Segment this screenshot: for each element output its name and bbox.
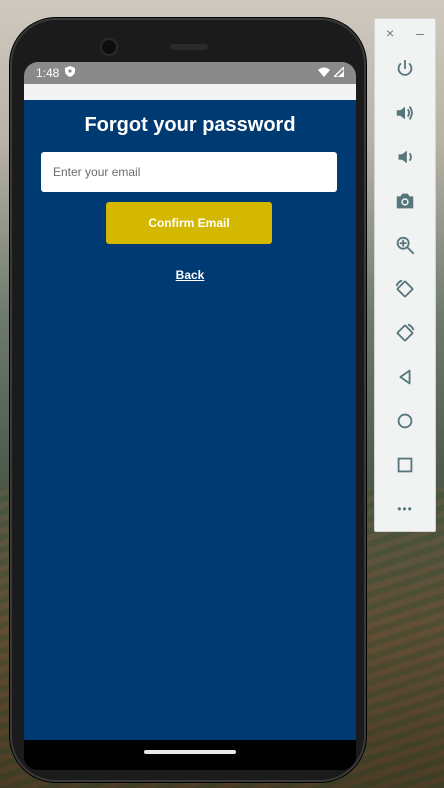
camera-icon[interactable] xyxy=(375,179,435,223)
back-icon[interactable] xyxy=(375,355,435,399)
page-title: Forgot your password xyxy=(84,114,296,136)
more-icon[interactable]: ••• xyxy=(375,487,435,531)
toolbar-window-controls: × – xyxy=(375,19,435,47)
volume-down-icon[interactable] xyxy=(375,135,435,179)
system-nav-bar xyxy=(24,740,356,770)
power-icon[interactable] xyxy=(375,47,435,91)
home-icon[interactable] xyxy=(375,399,435,443)
front-camera xyxy=(102,40,116,54)
shield-icon xyxy=(65,66,76,80)
emulator-toolbar: × – ••• xyxy=(374,18,436,532)
back-link[interactable]: Back xyxy=(24,268,356,282)
zoom-icon[interactable] xyxy=(375,223,435,267)
minimize-icon[interactable]: – xyxy=(416,25,424,41)
forgot-password-screen: Forgot your password Confirm Email Back xyxy=(24,100,356,740)
overview-icon[interactable] xyxy=(375,443,435,487)
wifi-icon xyxy=(318,66,330,80)
rotate-right-icon[interactable] xyxy=(375,311,435,355)
volume-up-icon[interactable] xyxy=(375,91,435,135)
app-header-strip xyxy=(24,84,356,100)
earpiece-speaker xyxy=(170,44,208,50)
phone-screen: 1:48 Forgot your password Confirm Email … xyxy=(24,62,356,770)
phone-frame: 1:48 Forgot your password Confirm Email … xyxy=(10,18,366,782)
home-gesture-bar[interactable] xyxy=(144,750,236,754)
signal-icon xyxy=(332,65,345,80)
email-field[interactable] xyxy=(41,152,337,192)
status-bar: 1:48 xyxy=(24,62,356,84)
status-time: 1:48 xyxy=(36,66,60,80)
close-icon[interactable]: × xyxy=(386,25,394,41)
confirm-email-button[interactable]: Confirm Email xyxy=(106,202,272,244)
rotate-left-icon[interactable] xyxy=(375,267,435,311)
